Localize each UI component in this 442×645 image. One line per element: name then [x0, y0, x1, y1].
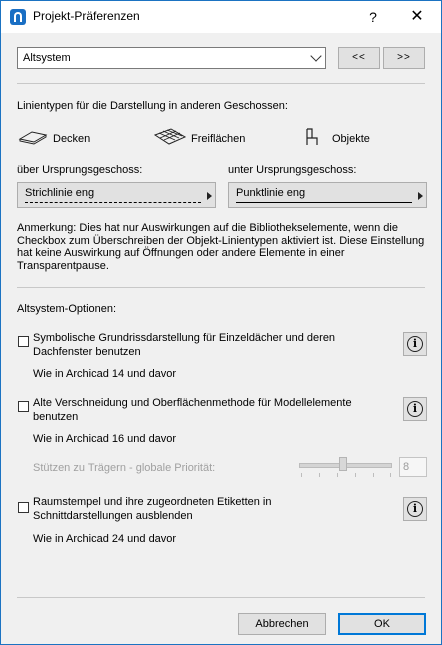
solid-line-preview [236, 202, 412, 203]
dialog-window: Projekt-Präferenzen ? ✕ Altsystem << >> … [0, 0, 442, 645]
hide-zone-stamps-version-note: Wie in Archicad 24 und davor [33, 533, 177, 545]
linetype-note: Anmerkung: Dies hat nur Auswirkungen auf… [17, 222, 425, 272]
dashed-line-preview [25, 202, 201, 203]
info-icon: i [407, 401, 423, 417]
help-button[interactable]: ? [363, 7, 383, 27]
slider-tick [319, 473, 320, 477]
slider-tick [390, 473, 391, 477]
info-icon: i [407, 336, 423, 352]
slider-tick [355, 473, 356, 477]
archicad-logo-icon [10, 9, 26, 25]
above-linetype-value: Strichlinie eng [25, 187, 95, 199]
legacy-intersection-label: Alte Verschneidung und Oberflächenmethod… [33, 397, 352, 423]
hide-zone-stamps-checkbox[interactable] [18, 502, 29, 513]
window-title: Projekt-Präferenzen [33, 9, 140, 23]
divider [17, 597, 425, 598]
page-selector-dropdown[interactable]: Altsystem [17, 47, 326, 69]
slider-tick [373, 473, 374, 477]
below-linetype-value: Punktlinie eng [236, 187, 306, 199]
page-selector-value: Altsystem [23, 52, 71, 64]
cancel-button[interactable]: Abbrechen [238, 613, 326, 635]
slider-tick [337, 473, 338, 477]
info-button[interactable]: i [403, 332, 427, 356]
hide-zone-stamps-label: Raumstempel und ihre zugeordneten Etiket… [33, 496, 272, 522]
above-linetype-button[interactable]: Strichlinie eng [17, 182, 216, 208]
category-label-objects: Objekte [332, 133, 370, 145]
priority-value-field[interactable]: 8 [399, 457, 427, 477]
legacy-intersection-checkbox[interactable] [18, 401, 29, 412]
info-button[interactable]: i [403, 497, 427, 521]
previous-page-button[interactable]: << [338, 47, 380, 69]
slab-icon [18, 131, 48, 145]
ok-button[interactable]: OK [338, 613, 426, 635]
divider [17, 287, 425, 288]
linetypes-heading: Linientypen für die Darstellung in ander… [17, 100, 288, 112]
slider-tick [301, 473, 302, 477]
next-page-button[interactable]: >> [383, 47, 425, 69]
roof-symbolic-label: Symbolische Grundrissdarstellung für Ein… [33, 332, 336, 358]
chevron-down-icon [310, 50, 322, 62]
info-icon: i [407, 501, 423, 517]
triangle-right-icon [418, 192, 423, 200]
category-label-slabs: Decken [53, 133, 91, 145]
chair-icon [306, 128, 318, 145]
info-button[interactable]: i [403, 397, 427, 421]
legacy-intersection-version-note: Wie in Archicad 16 und davor [33, 433, 177, 445]
below-linetype-button[interactable]: Punktlinie eng [228, 182, 427, 208]
close-button[interactable]: ✕ [405, 5, 429, 29]
divider [17, 83, 425, 84]
priority-label: Stützen zu Trägern - globale Priorität: [33, 462, 216, 474]
title-bar: Projekt-Präferenzen ? ✕ [1, 1, 441, 33]
legacy-heading: Altsystem-Optionen: [17, 303, 117, 315]
priority-slider-thumb[interactable] [339, 457, 347, 471]
below-label: unter Ursprungsgeschoss: [228, 164, 357, 176]
mesh-icon [153, 128, 187, 145]
roof-symbolic-version-note: Wie in Archicad 14 und davor [33, 368, 177, 380]
triangle-right-icon [207, 192, 212, 200]
roof-symbolic-checkbox[interactable] [18, 336, 29, 347]
above-label: über Ursprungsgeschoss: [17, 164, 143, 176]
category-label-meshes: Freiflächen [191, 133, 246, 145]
